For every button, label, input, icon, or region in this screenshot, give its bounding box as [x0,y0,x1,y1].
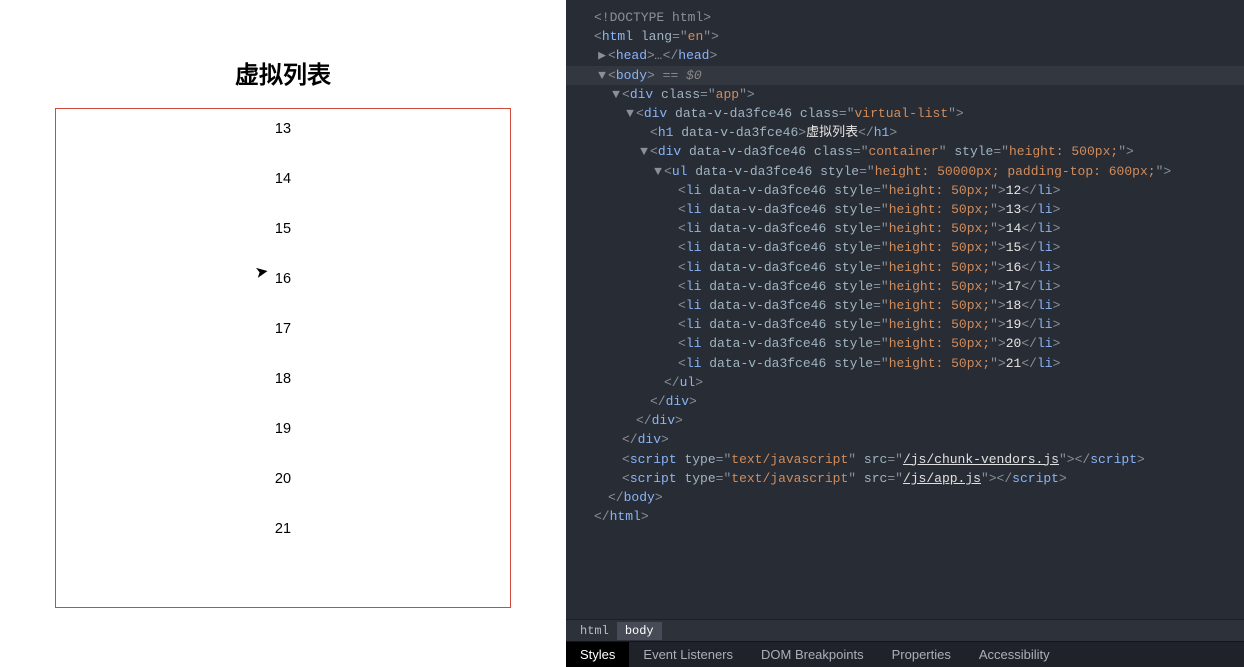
dom-node-body-close[interactable]: </body> [566,488,1244,507]
tab-dom-breakpoints[interactable]: DOM Breakpoints [747,642,878,667]
virtual-list-component: 虚拟列表 13 14 15 16 17 18 19 20 21 [0,0,566,608]
dom-node-html-close[interactable]: </html> [566,507,1244,526]
dom-node-h1[interactable]: <h1 data-v-da3fce46>虚拟列表</h1> [566,123,1244,142]
rendered-page: 虚拟列表 13 14 15 16 17 18 19 20 21 ➤ [0,0,566,667]
dom-node-head[interactable]: ▶<head>…</head> [566,46,1244,65]
breadcrumb[interactable]: html body [566,619,1244,641]
list-item[interactable]: 13 [56,109,510,159]
list-item[interactable]: 20 [56,459,510,509]
devtools-panel: <!DOCTYPE html> <html lang="en"> ▶<head>… [566,0,1244,667]
dom-node-div-close[interactable]: </div> [566,411,1244,430]
page-title: 虚拟列表 [55,55,511,90]
tab-event-listeners[interactable]: Event Listeners [629,642,747,667]
tab-styles[interactable]: Styles [566,642,629,667]
list-item[interactable]: 19 [56,409,510,459]
list-item[interactable]: 18 [56,359,510,409]
dom-node-li[interactable]: <li data-v-da3fce46 style="height: 50px;… [566,219,1244,238]
dom-node-li[interactable]: <li data-v-da3fce46 style="height: 50px;… [566,277,1244,296]
dom-node-div-container[interactable]: ▼<div data-v-da3fce46 class="container" … [566,142,1244,161]
virtual-list: 13 14 15 16 17 18 19 20 21 [56,109,510,559]
dom-node-ul[interactable]: ▼<ul data-v-da3fce46 style="height: 5000… [566,162,1244,181]
virtual-list-container[interactable]: 13 14 15 16 17 18 19 20 21 [55,108,511,608]
tab-accessibility[interactable]: Accessibility [965,642,1064,667]
dom-node-div-close[interactable]: </div> [566,392,1244,411]
list-item[interactable]: 14 [56,159,510,209]
dom-node-ul-close[interactable]: </ul> [566,373,1244,392]
dom-node-script1[interactable]: <script type="text/javascript" src="/js/… [566,450,1244,469]
crumb-html[interactable]: html [572,622,617,640]
dom-node-li[interactable]: <li data-v-da3fce46 style="height: 50px;… [566,181,1244,200]
dom-node-div-virtual-list[interactable]: ▼<div data-v-da3fce46 class="virtual-lis… [566,104,1244,123]
dom-node-li[interactable]: <li data-v-da3fce46 style="height: 50px;… [566,200,1244,219]
elements-tree[interactable]: <!DOCTYPE html> <html lang="en"> ▶<head>… [566,0,1244,619]
crumb-body[interactable]: body [617,622,662,640]
dom-node-div-close[interactable]: </div> [566,430,1244,449]
dom-node-li[interactable]: <li data-v-da3fce46 style="height: 50px;… [566,315,1244,334]
dom-node-body[interactable]: ⋯ ▼<body> == $0 [566,66,1244,85]
dom-node-li[interactable]: <li data-v-da3fce46 style="height: 50px;… [566,334,1244,353]
list-item[interactable]: 15 [56,209,510,259]
dom-node-li[interactable]: <li data-v-da3fce46 style="height: 50px;… [566,258,1244,277]
dom-node-div-app[interactable]: ▼<div class="app"> [566,85,1244,104]
list-item[interactable]: 16 [56,259,510,309]
list-item[interactable]: 21 [56,509,510,559]
dom-node-li[interactable]: <li data-v-da3fce46 style="height: 50px;… [566,354,1244,373]
tab-properties[interactable]: Properties [878,642,965,667]
devtools-tabs: Styles Event Listeners DOM Breakpoints P… [566,641,1244,667]
dom-node-script2[interactable]: <script type="text/javascript" src="/js/… [566,469,1244,488]
dom-node-li[interactable]: <li data-v-da3fce46 style="height: 50px;… [566,238,1244,257]
dom-node-li[interactable]: <li data-v-da3fce46 style="height: 50px;… [566,296,1244,315]
dom-node-html[interactable]: <html lang="en"> [566,27,1244,46]
dom-node-doctype[interactable]: <!DOCTYPE html> [566,8,1244,27]
list-item[interactable]: 17 [56,309,510,359]
